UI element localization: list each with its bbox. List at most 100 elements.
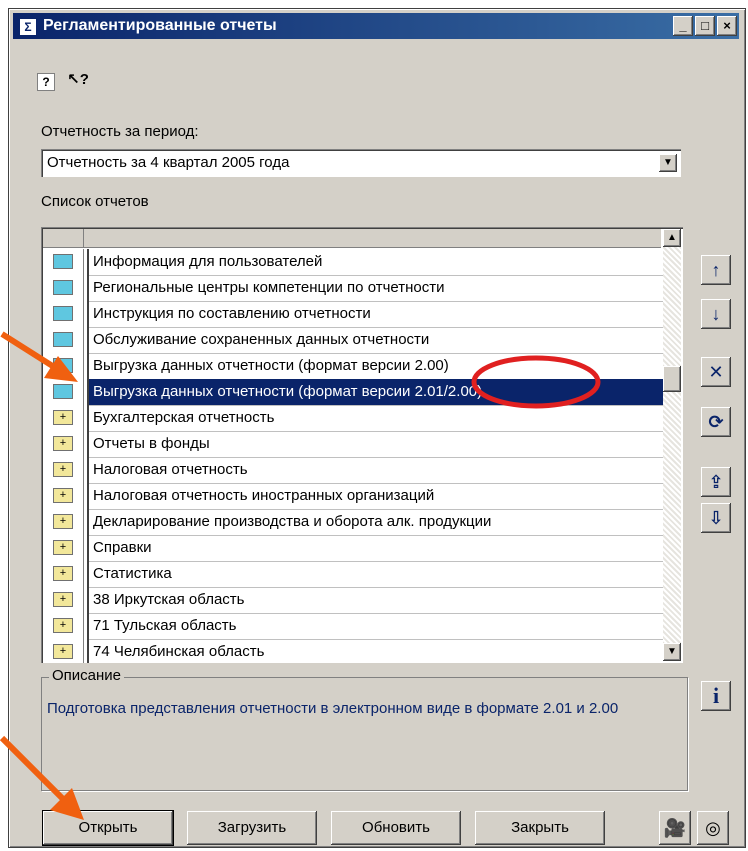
folder-plus-icon: + (53, 462, 73, 477)
list-item-icon-cell (43, 379, 84, 405)
help-icon[interactable]: ? (37, 73, 55, 91)
move-up-button[interactable]: ↑ (701, 255, 731, 285)
list-item-icon-cell (43, 301, 84, 327)
list-item[interactable]: + Бухгалтерская отчетность (43, 405, 663, 432)
list-item-icon-cell: + (43, 457, 84, 483)
list-item[interactable]: + Отчеты в фонды (43, 431, 663, 458)
list-item[interactable]: + Декларирование производства и оборота а… (43, 509, 663, 536)
list-item[interactable]: + Налоговая отчетность иностранных органи… (43, 483, 663, 510)
list-item-label: Информация для пользователей (87, 249, 663, 276)
folder-plus-icon: + (53, 566, 73, 581)
folder-plus-icon: + (53, 592, 73, 607)
scroll-up-icon[interactable]: ▲ (663, 229, 681, 247)
list-item-icon-cell: + (43, 483, 84, 509)
window-title: Регламентированные отчеты (43, 17, 277, 34)
list-item[interactable]: Выгрузка данных отчетности (формат верси… (43, 353, 663, 380)
close-button[interactable]: Закрыть (475, 811, 605, 845)
list-item-icon-cell (43, 275, 84, 301)
report-icon: Σ (19, 18, 37, 36)
whats-this-icon[interactable]: ↖? (67, 69, 89, 91)
list-item-icon-cell: + (43, 639, 84, 663)
scroll-thumb[interactable] (663, 366, 681, 392)
close-icon: × (723, 18, 731, 33)
list-item[interactable]: +38 Иркутская область (43, 587, 663, 614)
folder-icon (53, 306, 73, 321)
list-item-label: Выгрузка данных отчетности (формат верси… (87, 353, 663, 380)
list-item[interactable]: Выгрузка данных отчетности (формат верси… (43, 379, 663, 406)
delete-button[interactable]: ✕ (701, 357, 731, 387)
description-text: Подготовка представления отчетности в эл… (47, 700, 619, 717)
reports-window: Σ Регламентированные отчеты _ □ × ? ↖? О… (8, 8, 746, 848)
period-select[interactable]: Отчетность за 4 квартал 2005 года ▼ (41, 149, 681, 177)
maximize-button[interactable]: □ (695, 16, 715, 36)
update-button[interactable]: Обновить (331, 811, 461, 845)
export-icon: ⇪ (708, 472, 724, 492)
folder-icon (53, 254, 73, 269)
description-label: Описание (49, 667, 125, 684)
folder-plus-icon: + (53, 618, 73, 633)
description-frame (41, 677, 688, 791)
list-item-label: Справки (87, 535, 663, 562)
list-item-icon-cell: + (43, 405, 84, 431)
folder-plus-icon: + (53, 410, 73, 425)
refresh-button[interactable]: ⟳ (701, 407, 731, 437)
list-item-label: Налоговая отчетность иностранных организ… (87, 483, 663, 510)
list-item[interactable]: Обслуживание сохраненных данных отчетнос… (43, 327, 663, 354)
folder-icon (53, 358, 73, 373)
list-item[interactable]: Информация для пользователей (43, 249, 663, 276)
export-button[interactable]: ⇪ (701, 467, 731, 497)
chevron-down-icon[interactable]: ▼ (659, 154, 677, 172)
load-button[interactable]: Загрузить (187, 811, 317, 845)
list-item-label: Обслуживание сохраненных данных отчетнос… (87, 327, 663, 354)
list-item[interactable]: + Налоговая отчетность (43, 457, 663, 484)
list-item-icon-cell (43, 249, 84, 275)
list-item-icon-cell: + (43, 431, 84, 457)
reports-list[interactable]: Информация для пользователей Региональные… (41, 227, 683, 663)
refresh-icon: ⟳ (708, 412, 724, 432)
folder-plus-icon: + (53, 540, 73, 555)
delete-icon: ✕ (708, 362, 724, 382)
maximize-icon: □ (701, 18, 709, 33)
list-item-label: Выгрузка данных отчетности (формат верси… (87, 379, 663, 406)
camera-icon[interactable]: 🎥 (659, 811, 691, 845)
scroll-down-icon[interactable]: ▼ (663, 643, 681, 661)
list-item-label: Налоговая отчетность (87, 457, 663, 484)
list-item[interactable]: Региональные центры компетенции по отчет… (43, 275, 663, 302)
list-item-label: 71 Тульская область (87, 613, 663, 640)
folder-icon (53, 384, 73, 399)
info-button[interactable]: i (701, 681, 731, 711)
close-window-button[interactable]: × (717, 16, 737, 36)
folder-plus-icon: + (53, 488, 73, 503)
period-label: Отчетность за период: (41, 123, 199, 140)
list-item[interactable]: +74 Челябинская область (43, 639, 663, 663)
title-bar[interactable]: Σ Регламентированные отчеты _ □ × (13, 13, 739, 39)
disc-icon[interactable]: ◎ (697, 811, 729, 845)
list-item-icon-cell (43, 353, 84, 379)
folder-plus-icon: + (53, 514, 73, 529)
folder-icon (53, 280, 73, 295)
list-item[interactable]: + Статистика (43, 561, 663, 588)
list-item-label: Региональные центры компетенции по отчет… (87, 275, 663, 302)
list-header (43, 229, 661, 248)
list-scrollbar[interactable]: ▲ ▼ (663, 229, 681, 661)
list-item-icon-cell (43, 327, 84, 353)
list-item-label: 74 Челябинская область (87, 639, 663, 663)
list-item[interactable]: + Справки (43, 535, 663, 562)
folder-icon (53, 332, 73, 347)
import-icon: ⇩ (708, 508, 724, 528)
list-item-icon-cell: + (43, 561, 84, 587)
list-item[interactable]: +71 Тульская область (43, 613, 663, 640)
open-button[interactable]: Открыть (42, 810, 174, 846)
list-item-icon-cell: + (43, 509, 84, 535)
period-select-value: Отчетность за 4 квартал 2005 года (47, 154, 290, 171)
list-item[interactable]: Инструкция по составлению отчетности (43, 301, 663, 328)
list-label: Список отчетов (41, 193, 149, 210)
move-down-button[interactable]: ↓ (701, 299, 731, 329)
list-item-icon-cell: + (43, 587, 84, 613)
list-item-label: 38 Иркутская область (87, 587, 663, 614)
import-button[interactable]: ⇩ (701, 503, 731, 533)
minimize-button[interactable]: _ (673, 16, 693, 36)
move-down-icon: ↓ (711, 304, 721, 324)
minimize-icon: _ (679, 18, 687, 33)
folder-plus-icon: + (53, 644, 73, 659)
